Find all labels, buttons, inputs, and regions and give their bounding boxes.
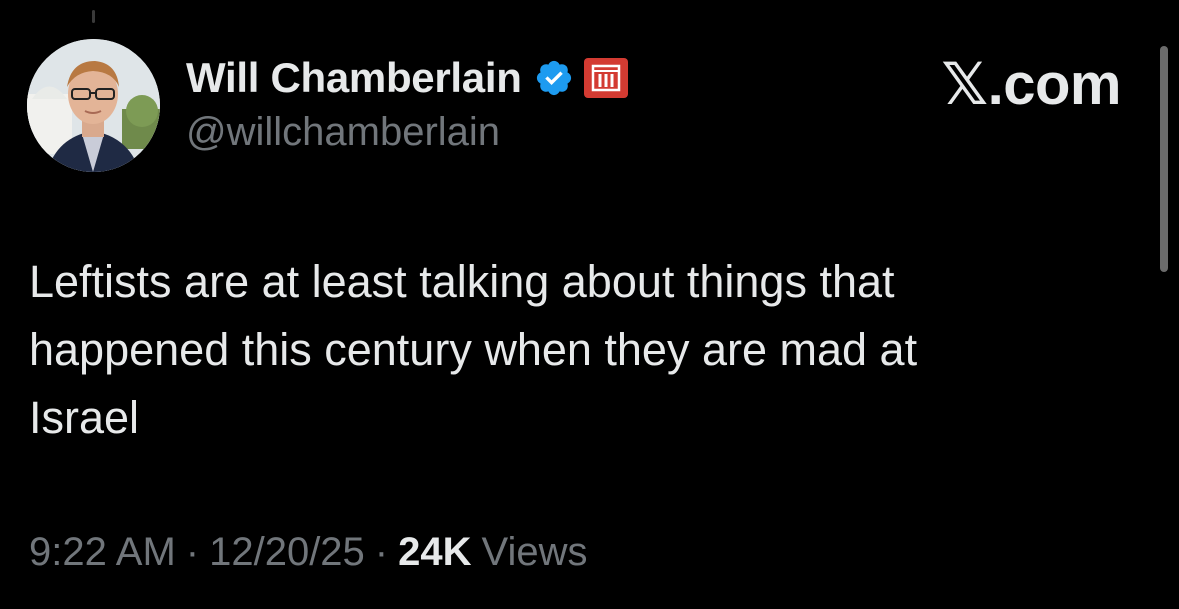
scrollbar[interactable] — [1160, 46, 1168, 272]
author-display-name[interactable]: Will Chamberlain — [186, 54, 522, 102]
tweet-time[interactable]: 9:22 AM — [29, 530, 176, 575]
top-edge-indicator — [92, 10, 95, 23]
views-count[interactable]: 24K — [398, 530, 471, 575]
avatar-photo — [27, 39, 160, 172]
x-com-brand: 𝕏.com — [941, 52, 1121, 117]
avatar[interactable] — [27, 39, 160, 172]
tweet-date[interactable]: 12/20/25 — [209, 530, 365, 575]
views-label: Views — [481, 530, 588, 574]
affiliate-badge-icon[interactable] — [583, 58, 628, 98]
meta-separator: · — [185, 530, 200, 574]
meta-separator: · — [374, 530, 389, 574]
author-handle[interactable]: @willchamberlain — [186, 110, 500, 155]
author-name-row: Will Chamberlain — [186, 52, 628, 104]
tweet-meta: 9:22 AM · 12/20/25 · 24K Views — [29, 530, 588, 575]
verified-badge-icon[interactable] — [534, 58, 574, 98]
tweet-text: Leftists are at least talking about thin… — [29, 256, 918, 443]
